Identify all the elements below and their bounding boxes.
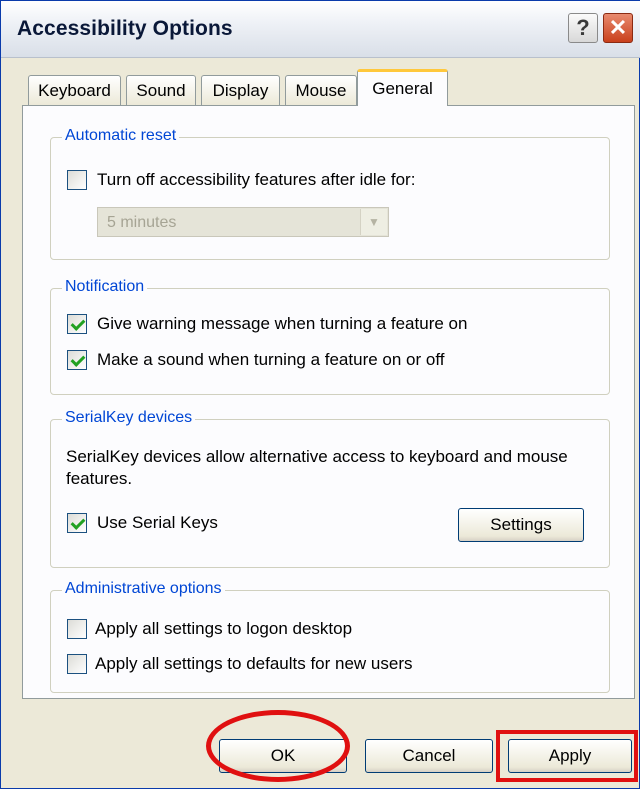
administrative-group xyxy=(50,590,610,693)
serialkey-legend: SerialKey devices xyxy=(62,409,196,427)
apply-highlight-rect xyxy=(496,730,638,782)
administrative-legend: Administrative options xyxy=(62,580,225,598)
new-users-checkbox[interactable] xyxy=(67,654,87,674)
automatic-reset-legend: Automatic reset xyxy=(62,127,180,145)
help-button[interactable]: ? xyxy=(568,13,598,43)
close-icon: ✕ xyxy=(608,15,628,40)
new-users-label[interactable]: Apply all settings to defaults for new u… xyxy=(95,654,413,674)
warning-message-checkbox[interactable] xyxy=(67,314,87,334)
chevron-down-icon[interactable]: ▼ xyxy=(360,209,387,235)
tab-display[interactable]: Display xyxy=(201,75,280,105)
logon-desktop-checkbox[interactable] xyxy=(67,619,87,639)
warning-message-label[interactable]: Give warning message when turning a feat… xyxy=(97,314,467,334)
cancel-button[interactable]: Cancel xyxy=(365,739,493,773)
serialkey-group xyxy=(50,419,610,568)
idle-checkbox-label[interactable]: Turn off accessibility features after id… xyxy=(97,170,415,190)
tab-general[interactable]: General xyxy=(357,69,448,106)
automatic-reset-group xyxy=(50,137,610,260)
notification-legend: Notification xyxy=(62,278,148,296)
serialkey-description: SerialKey devices allow alternative acce… xyxy=(66,447,568,488)
logon-desktop-label[interactable]: Apply all settings to logon desktop xyxy=(95,619,352,639)
title-bar[interactable]: Accessibility Options ? ✕ xyxy=(1,1,640,58)
tab-keyboard[interactable]: Keyboard xyxy=(28,75,121,105)
idle-checkbox[interactable] xyxy=(67,170,87,190)
use-serial-keys-label[interactable]: Use Serial Keys xyxy=(97,513,218,533)
sound-label[interactable]: Make a sound when turning a feature on o… xyxy=(97,350,444,370)
idle-time-value: 5 minutes xyxy=(107,214,177,231)
window-title: Accessibility Options xyxy=(17,17,233,40)
settings-button[interactable]: Settings xyxy=(458,508,584,542)
close-button[interactable]: ✕ xyxy=(603,13,633,43)
tab-mouse[interactable]: Mouse xyxy=(285,75,357,105)
notification-group xyxy=(50,288,610,395)
idle-time-select[interactable]: 5 minutes ▼ xyxy=(97,207,389,237)
help-icon: ? xyxy=(576,15,590,40)
tab-sound[interactable]: Sound xyxy=(126,75,196,105)
use-serial-keys-checkbox[interactable] xyxy=(67,513,87,533)
dialog-window: Accessibility Options ? ✕ Keyboard Sound… xyxy=(0,0,640,789)
ok-highlight-oval xyxy=(206,710,350,782)
sound-checkbox[interactable] xyxy=(67,350,87,370)
